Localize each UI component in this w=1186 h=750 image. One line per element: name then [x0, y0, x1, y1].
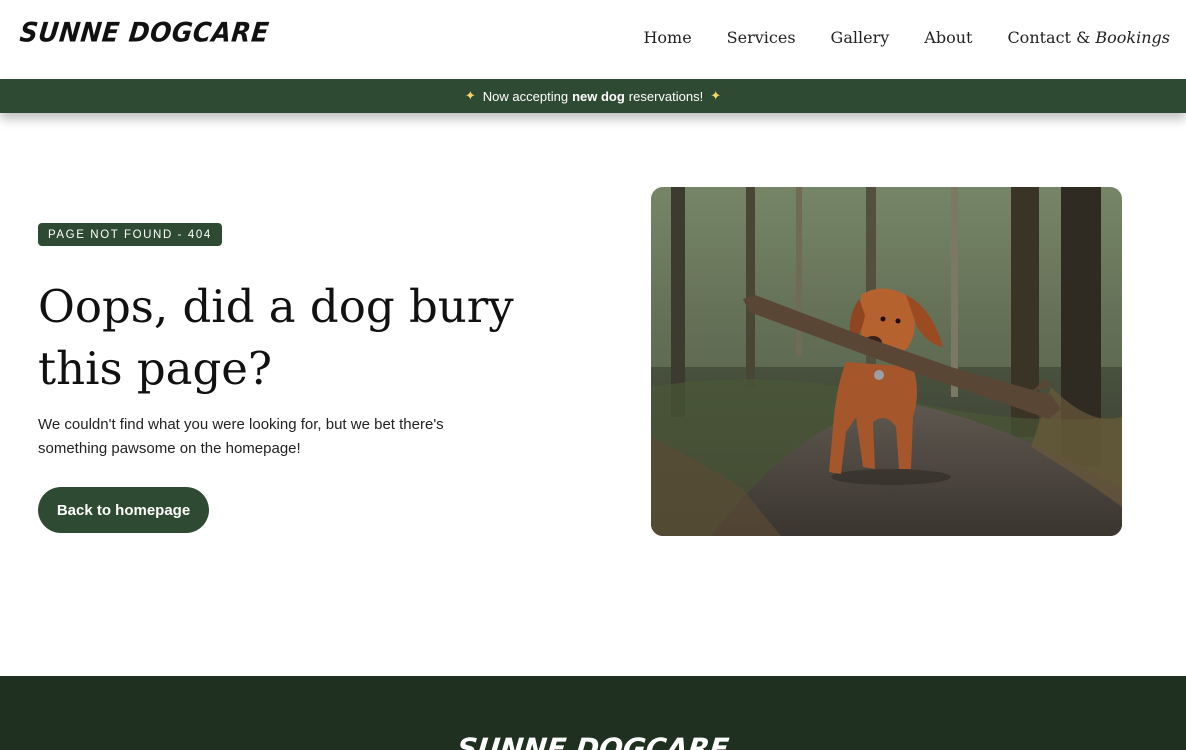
nav-services[interactable]: Services	[727, 28, 796, 47]
nav-gallery[interactable]: Gallery	[831, 28, 890, 47]
banner-prefix: Now accepting	[482, 88, 569, 104]
nav-about[interactable]: About	[924, 28, 972, 47]
error-description: We couldn't find what you were looking f…	[38, 416, 444, 457]
site-header: SUNNE DOGCARE Home Services Gallery Abou…	[0, 0, 1186, 79]
nav-bookings-label: Bookings	[1095, 28, 1170, 47]
site-logo[interactable]: SUNNE DOGCARE	[18, 17, 270, 48]
nav-home[interactable]: Home	[643, 28, 691, 47]
nav-contact-bookings[interactable]: Contact & Bookings	[1007, 28, 1170, 47]
dog-with-stick-image	[651, 187, 1122, 536]
banner-emphasis: new dog	[572, 88, 625, 104]
dog-photo	[651, 187, 1122, 536]
footer-logo[interactable]: SUNNE DOGCARE	[0, 732, 1186, 750]
site-footer: SUNNE DOGCARE	[0, 676, 1186, 750]
page-title: Oops, did a dog bury this page?	[38, 280, 514, 395]
back-to-homepage-button[interactable]: Back to homepage	[38, 487, 209, 533]
main-nav: Home Services Gallery About Contact & Bo…	[643, 28, 1170, 47]
error-badge: PAGE NOT FOUND - 404	[38, 223, 222, 246]
sparkle-icon: ✦	[464, 88, 476, 103]
banner-suffix: reservations!	[628, 88, 704, 104]
announcement-banner: ✦ Now accepting new dog reservations! ✦	[0, 79, 1186, 113]
nav-contact-label: Contact &	[1007, 28, 1091, 47]
sparkle-icon: ✦	[710, 88, 722, 103]
